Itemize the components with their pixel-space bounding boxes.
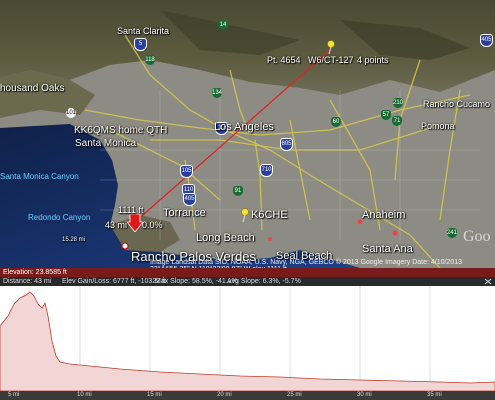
city-label: Santa Clarita [117, 26, 170, 36]
placemark-label-home[interactable]: KK6QMS home QTH [74, 126, 167, 136]
x-tick: 5 mi [8, 392, 20, 398]
elevation-value: Elevation: 23.8585 ft [3, 269, 67, 276]
city-label: Anaheim [362, 209, 406, 221]
status-text: Image Landsat Data SIO, NOAA, U.S. Navy,… [150, 259, 463, 268]
google-logo: Goo [463, 228, 491, 245]
route-shield: 57 [381, 110, 391, 120]
route-shield: 405 [480, 34, 493, 47]
route-shield: 91 [233, 186, 243, 196]
elevation-header: Elevation: 23.8585 ft [0, 268, 495, 277]
placemark-label-points: 4 points [357, 55, 389, 65]
route-shield: 118 [145, 55, 155, 65]
slope-readout: 0.0% [142, 220, 163, 230]
route-shield: 5 [134, 38, 147, 51]
scale-readout: 15.28 mi [62, 237, 86, 243]
position-arrow-icon [127, 214, 143, 232]
city-label: Rancho Cucamo [423, 99, 491, 109]
placemark-label-w6ct[interactable]: W6/CT-127 [308, 56, 354, 65]
close-icon[interactable] [484, 278, 492, 285]
x-tick: 15 mi [147, 392, 162, 398]
route-shield: 605 [280, 138, 293, 151]
x-tick: 10 mi [77, 392, 92, 398]
x-tick: 25 mi [287, 392, 302, 398]
route-shield: 405 [183, 193, 196, 206]
yellow-pushpin-icon[interactable] [240, 208, 250, 222]
avg-slope-stat: Avg Slope: 6.3%, -5.7% [227, 278, 301, 285]
route-shield: 14 [218, 20, 228, 30]
city-label: Los Angeles [214, 121, 274, 133]
city-label: Santa Ana [362, 243, 413, 255]
route-shield: 60 [331, 117, 341, 127]
city-label: Santa Monica [75, 138, 137, 149]
placemark-label-peak[interactable]: Pt. 4654 [267, 56, 301, 65]
elevation-profile-graph[interactable] [0, 286, 495, 392]
placemark-label-k6che[interactable]: K6CHE [251, 210, 288, 221]
distance-stat: Distance: 43 mi [3, 278, 52, 285]
yellow-pushpin-icon[interactable] [326, 40, 336, 54]
x-tick: 30 mi [357, 392, 372, 398]
water-label: Redondo Canyon [28, 213, 91, 222]
map-view[interactable]: 118 5 101 134 210 110 405 105 710 91 605… [0, 0, 495, 268]
status-bar: Image Landsat Data SIO, NOAA, U.S. Navy,… [0, 258, 495, 268]
x-tick: 35 mi [427, 392, 442, 398]
profile-stats-bar: Distance: 43 mi Elev Gain/Loss: 6777 ft,… [0, 277, 495, 286]
city-label: Long Beach [196, 232, 255, 244]
route-shield: 105 [180, 165, 193, 178]
city-label: housand Oaks [0, 83, 65, 94]
elevation-profile[interactable] [0, 286, 495, 400]
distance-readout: 43 mi [105, 220, 128, 230]
route-shield: 210 [393, 98, 404, 108]
max-slope-stat: Max Slope: 58.5%, -41.1% [155, 278, 238, 285]
x-tick: 20 mi [217, 392, 232, 398]
city-label: Pomona [421, 121, 455, 131]
route-shield: 134 [212, 88, 223, 98]
route-shield: 241 [447, 228, 458, 238]
water-label: Santa Monica Canyon [0, 172, 79, 181]
route-shield: 71 [392, 116, 402, 126]
elevation-readout: 1111 ft [118, 205, 144, 215]
route-shield: 101 [66, 108, 77, 118]
profile-x-axis: 5 mi 10 mi 15 mi 20 mi 25 mi 30 mi 35 mi [0, 391, 495, 400]
profile-area [0, 291, 495, 392]
city-label: Torrance [163, 207, 206, 219]
route-shield: 710 [260, 164, 273, 177]
gain-loss-stat: Elev Gain/Loss: 6777 ft, -10322 ft [62, 278, 166, 285]
